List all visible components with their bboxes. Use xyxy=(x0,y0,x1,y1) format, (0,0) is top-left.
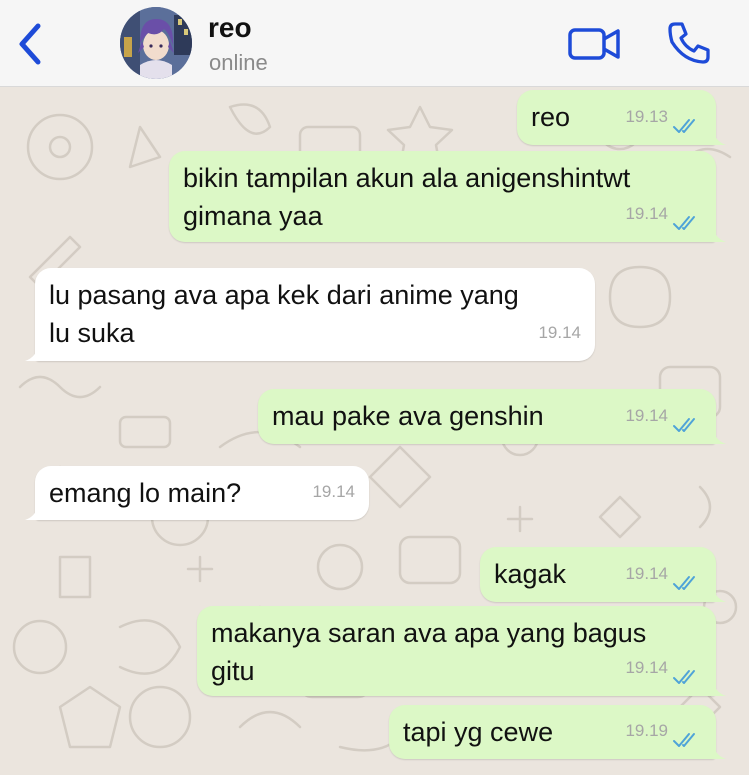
message-bubble-outgoing[interactable]: bikin tampilan akun ala anigenshintwt gim… xyxy=(169,151,726,242)
message-text: lu pasang ava apa kek dari anime yang xyxy=(49,280,519,310)
message-bubble-outgoing[interactable]: tapi yg cewe 19.19 xyxy=(389,705,726,759)
read-receipt-icon xyxy=(673,418,695,432)
message-text: mau pake ava genshin xyxy=(272,401,544,431)
contact-name[interactable]: reo xyxy=(208,12,252,44)
read-receipt-icon xyxy=(673,216,695,230)
bubble-tail xyxy=(708,426,726,444)
message-bubble-outgoing[interactable]: kagak 19.14 xyxy=(480,547,726,602)
message-text: tapi yg cewe xyxy=(403,717,554,747)
message-text: reo xyxy=(531,102,571,132)
message-timestamp: 19.14 xyxy=(625,204,668,223)
message-bubble-outgoing[interactable]: mau pake ava genshin 19.14 xyxy=(258,389,726,444)
message-bubble-incoming[interactable]: lu pasang ava apa kek dari anime yang lu … xyxy=(25,268,595,361)
message-timestamp: 19.13 xyxy=(625,107,668,126)
read-receipt-icon xyxy=(673,670,695,684)
message-bubble-outgoing[interactable]: reo 19.13 xyxy=(517,90,726,145)
message-timestamp: 19.14 xyxy=(625,564,668,583)
message-timestamp: 19.14 xyxy=(625,406,668,425)
read-receipt-icon xyxy=(673,576,695,590)
bubble-tail xyxy=(708,224,726,242)
message-text: lu suka xyxy=(49,318,135,348)
message-text: bikin tampilan akun ala anigenshintwt xyxy=(183,163,631,193)
contact-status: online xyxy=(209,50,268,75)
chat-header: reo online xyxy=(0,0,749,87)
message-text: gimana yaa xyxy=(183,201,323,231)
message-bubble-incoming[interactable]: emang lo main? 19.14 xyxy=(25,466,369,520)
message-text: gitu xyxy=(211,656,255,686)
bubble-tail xyxy=(708,127,726,145)
bubble-tail xyxy=(708,678,726,696)
message-text: makanya saran ava apa yang bagus xyxy=(211,618,647,648)
chat-area[interactable]: reo 19.13 bikin tampilan akun ala anigensh… xyxy=(0,87,749,775)
message-timestamp: 19.19 xyxy=(625,721,668,740)
message-text: emang lo main? xyxy=(49,478,242,508)
message-timestamp: 19.14 xyxy=(625,658,668,677)
video-camera-icon[interactable] xyxy=(566,24,622,64)
message-text: kagak xyxy=(494,559,567,589)
read-receipt-icon xyxy=(673,733,695,747)
chevron-left-icon[interactable] xyxy=(14,22,46,66)
message-bubble-outgoing[interactable]: makanya saran ava apa yang bagus gitu 19.1… xyxy=(197,606,726,696)
message-timestamp: 19.14 xyxy=(312,482,355,501)
bubble-tail xyxy=(708,741,726,759)
avatar[interactable] xyxy=(120,7,192,79)
phone-icon[interactable] xyxy=(666,20,712,66)
message-timestamp: 19.14 xyxy=(538,323,581,342)
bubble-tail xyxy=(25,502,43,520)
bubble-tail xyxy=(25,343,43,361)
bubble-tail xyxy=(708,584,726,602)
read-receipt-icon xyxy=(673,119,695,133)
